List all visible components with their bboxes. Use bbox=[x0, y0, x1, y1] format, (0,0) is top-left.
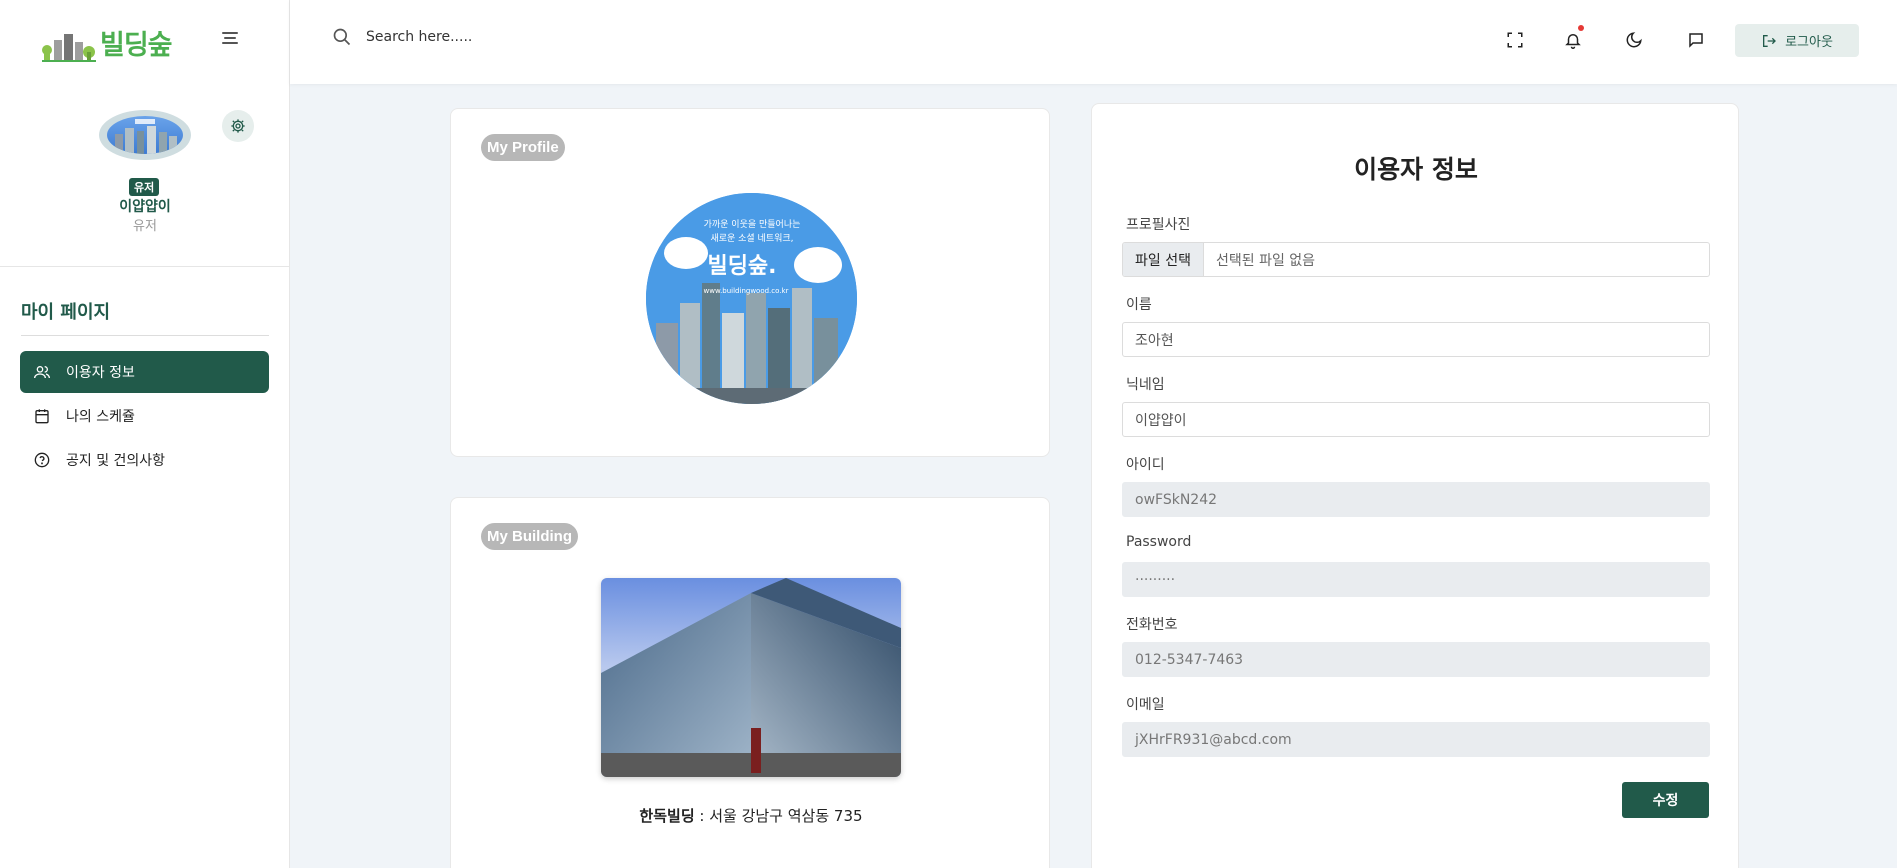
profile-role: 유저 bbox=[133, 219, 157, 234]
name-field[interactable]: 조아현 bbox=[1122, 322, 1710, 357]
logout-label: 로그아웃 bbox=[1785, 34, 1833, 49]
building-caption: 한독빌딩 : 서울 강남구 역삼동 735 bbox=[451, 805, 1051, 826]
email-field: jXHrFR931@abcd.com bbox=[1122, 722, 1710, 757]
password-label: Password bbox=[1126, 534, 1192, 550]
profile-photo-input[interactable]: 파일 선택 선택된 파일 없음 bbox=[1122, 242, 1710, 277]
building-photo bbox=[601, 578, 901, 777]
calendar-icon bbox=[34, 408, 50, 424]
logo-area: 빌딩숲 bbox=[0, 0, 289, 84]
sidebar: 빌딩숲 유저 이얍얍이 유저 마이 페이지 이용자 정보 나의 스케쥴 공지 및… bbox=[0, 0, 290, 868]
logo[interactable]: 빌딩숲 bbox=[42, 23, 173, 62]
profile-photo: 가까운 이웃을 만들어나는 새로운 소셜 네트워크, 빌딩숲. www.buil… bbox=[646, 193, 857, 404]
photo-label: 프로필사진 bbox=[1126, 217, 1191, 233]
hamburger-icon bbox=[222, 32, 238, 34]
name-label: 이름 bbox=[1126, 297, 1152, 313]
card-label: My Profile bbox=[481, 134, 565, 161]
logout-icon bbox=[1763, 34, 1777, 47]
search-input[interactable] bbox=[366, 24, 766, 50]
nav-title: 마이 페이지 bbox=[21, 302, 111, 323]
building-logo-icon bbox=[42, 33, 96, 62]
search-icon[interactable] bbox=[332, 27, 352, 51]
card-label: My Building bbox=[481, 523, 578, 550]
form-title: 이용자 정보 bbox=[1354, 155, 1478, 184]
sidebar-item-notice[interactable]: 공지 및 건의사항 bbox=[20, 439, 269, 481]
edit-button[interactable]: 수정 bbox=[1622, 782, 1709, 818]
users-icon bbox=[34, 364, 50, 380]
phone-field: 012-5347-7463 bbox=[1122, 642, 1710, 677]
id-field: owFSkN242 bbox=[1122, 482, 1710, 517]
sidebar-item-label: 나의 스케쥴 bbox=[66, 409, 135, 425]
sidebar-item-label: 공지 및 건의사항 bbox=[66, 453, 166, 469]
my-profile-card: My Profile 가까운 이웃을 만들어나는 새로운 소셜 네트워크, 빌딩… bbox=[450, 108, 1050, 457]
file-select-button[interactable]: 파일 선택 bbox=[1123, 243, 1204, 276]
user-info-form: 이용자 정보 프로필사진 파일 선택 선택된 파일 없음 이름 조아현 닉네임 … bbox=[1091, 103, 1739, 868]
avatar[interactable] bbox=[99, 110, 191, 160]
phone-label: 전화번호 bbox=[1126, 617, 1178, 633]
gear-icon bbox=[231, 119, 245, 133]
sidebar-item-label: 이용자 정보 bbox=[66, 365, 135, 381]
moon-icon[interactable] bbox=[1624, 30, 1644, 50]
sidebar-profile: 유저 이얍얍이 유저 bbox=[0, 84, 290, 267]
password-field: ········· bbox=[1122, 562, 1710, 597]
sidebar-nav: 이용자 정보 나의 스케쥴 공지 및 건의사항 bbox=[20, 351, 269, 483]
notification-dot bbox=[1578, 25, 1584, 31]
photo-url: www.buildingwood.co.kr bbox=[704, 287, 789, 295]
building-name: 한독빌딩 bbox=[639, 807, 695, 825]
top-header: 로그아웃 bbox=[290, 0, 1897, 84]
logo-text: 빌딩숲 bbox=[100, 29, 173, 61]
fullscreen-icon[interactable] bbox=[1505, 30, 1525, 50]
my-building-card: My Building 한독빌딩 : 서울 강남구 역삼동 735 bbox=[450, 497, 1050, 868]
bell-icon[interactable] bbox=[1563, 25, 1584, 50]
photo-brand: 빌딩숲. bbox=[707, 254, 776, 279]
nickname-label: 닉네임 bbox=[1126, 377, 1165, 393]
building-address: : 서울 강남구 역삼동 735 bbox=[694, 807, 863, 825]
profile-nickname: 이얍얍이 bbox=[119, 199, 171, 215]
logout-button[interactable]: 로그아웃 bbox=[1735, 24, 1859, 57]
question-circle-icon bbox=[34, 452, 50, 468]
file-status: 선택된 파일 없음 bbox=[1215, 252, 1316, 269]
photo-tagline-1: 가까운 이웃을 만들어나는 bbox=[704, 219, 801, 230]
nav-divider bbox=[21, 335, 269, 336]
sidebar-item-user-info[interactable]: 이용자 정보 bbox=[20, 351, 269, 393]
photo-tagline-2: 새로운 소셜 네트워크, bbox=[710, 233, 793, 244]
nickname-field[interactable]: 이얍얍이 bbox=[1122, 402, 1710, 437]
menu-toggle-button[interactable] bbox=[222, 32, 240, 46]
email-label: 이메일 bbox=[1126, 697, 1165, 713]
id-label: 아이디 bbox=[1126, 457, 1165, 473]
sidebar-item-schedule[interactable]: 나의 스케쥴 bbox=[20, 395, 269, 437]
chat-icon[interactable] bbox=[1686, 30, 1706, 50]
role-badge: 유저 bbox=[129, 178, 160, 196]
settings-button[interactable] bbox=[222, 110, 254, 142]
